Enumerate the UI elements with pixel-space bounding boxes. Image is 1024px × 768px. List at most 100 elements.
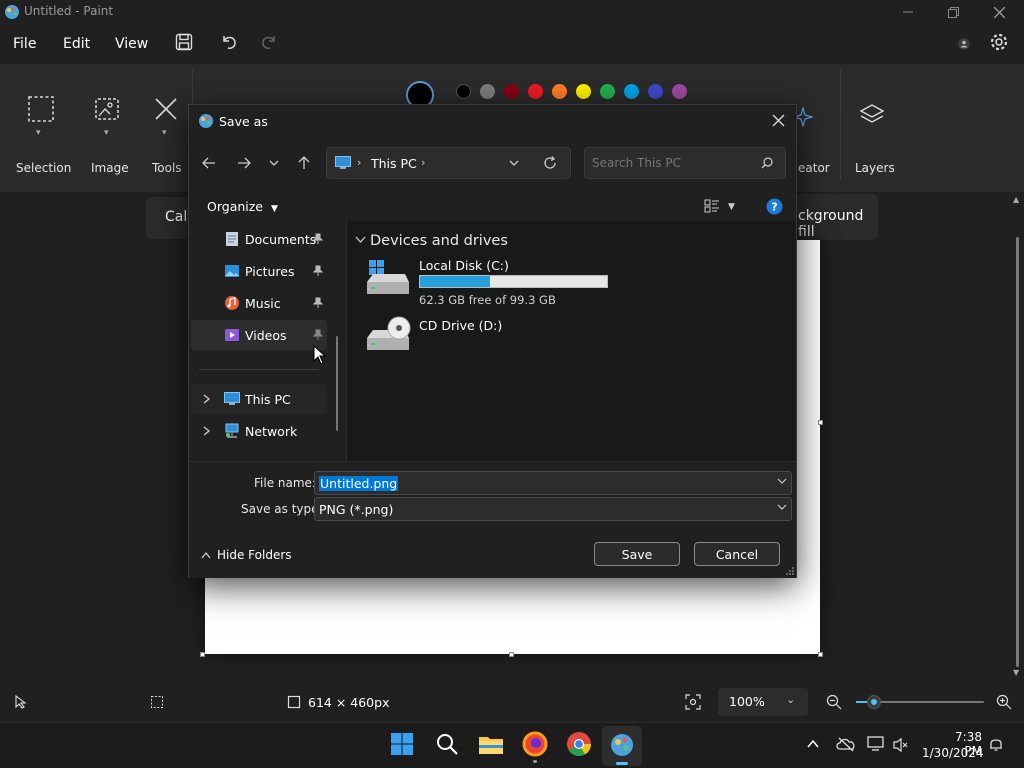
color-swatch[interactable] [600, 84, 615, 99]
recent-locations-button[interactable] [269, 158, 279, 168]
ribbon-label-creator: eator [798, 161, 830, 175]
zoom-slider-thumb[interactable] [868, 696, 880, 708]
back-button[interactable] [202, 156, 216, 170]
nav-item-network[interactable]: Network [191, 416, 327, 446]
view-options-caret-icon[interactable]: ▼ [728, 202, 735, 212]
taskbar-firefox[interactable] [522, 731, 548, 757]
image-tool[interactable] [95, 96, 121, 122]
color-swatch[interactable] [552, 84, 567, 99]
search-input[interactable] [592, 154, 752, 172]
notifications-button[interactable] [988, 736, 1004, 752]
color-swatch[interactable] [480, 84, 495, 99]
organize-button[interactable]: Organize ▼ [207, 199, 278, 214]
color-swatch[interactable] [672, 84, 687, 99]
zoom-select[interactable]: 100% ⌄ [718, 688, 808, 716]
resize-handle[interactable] [818, 652, 823, 657]
tools-tool[interactable] [153, 96, 179, 122]
drive-local-disk-c[interactable]: Local Disk (C:) 62.3 GB free of 99.3 GB [365, 258, 615, 307]
undo-button[interactable] [220, 33, 238, 51]
nav-label: Network [245, 423, 298, 439]
show-hidden-icons-button[interactable] [806, 737, 820, 751]
scrollbar-thumb[interactable] [1016, 237, 1019, 667]
color-swatch[interactable] [624, 84, 639, 99]
vertical-scrollbar[interactable]: ▲ ▼ [1013, 195, 1023, 680]
selection-chevron-down-icon[interactable]: ▾ [36, 128, 41, 138]
up-button[interactable] [297, 156, 311, 170]
nav-item-videos[interactable]: Videos [191, 320, 327, 350]
tools-chevron-down-icon[interactable]: ▾ [162, 128, 167, 138]
nav-item-this-pc[interactable]: This PC [191, 384, 327, 414]
color-swatch[interactable] [456, 84, 471, 99]
hide-folders-button[interactable]: Hide Folders [201, 548, 292, 562]
chevron-up-icon [201, 551, 211, 559]
help-button[interactable]: ? [766, 198, 783, 215]
zoom-slider[interactable] [856, 696, 984, 708]
nav-item-documents[interactable]: Documents [191, 224, 327, 254]
paint-icon [611, 734, 633, 756]
menu-edit[interactable]: Edit [63, 36, 90, 52]
onedrive-button[interactable] [836, 736, 856, 752]
nav-pane-scrollbar[interactable] [336, 336, 338, 431]
forward-button[interactable] [237, 156, 251, 170]
pin-icon[interactable] [313, 233, 323, 245]
resize-handle[interactable] [818, 420, 823, 425]
settings-button[interactable] [990, 33, 1008, 51]
save-toolbar-button[interactable] [175, 33, 193, 51]
chevron-down-icon [777, 502, 787, 512]
file-name-label: File name: [254, 476, 316, 490]
minimize-button[interactable] [885, 0, 931, 24]
image-chevron-down-icon[interactable]: ▾ [104, 128, 109, 138]
resize-grip-icon[interactable] [786, 567, 794, 575]
file-name-input[interactable]: Untitled.png [314, 471, 792, 495]
change-view-button[interactable] [704, 198, 720, 214]
pin-icon[interactable] [313, 297, 323, 309]
color-swatch[interactable] [504, 84, 519, 99]
background-fill-button[interactable]: ckground fill [790, 194, 878, 240]
zoom-out-button[interactable] [826, 694, 842, 710]
close-icon [993, 6, 1005, 18]
dialog-close-button[interactable] [772, 114, 785, 127]
color-swatch[interactable] [648, 84, 663, 99]
menu-view[interactable]: View [115, 36, 148, 52]
breadcrumb-this-pc[interactable]: This PC [371, 156, 417, 171]
taskbar-paint-active[interactable] [602, 726, 642, 766]
search-box[interactable] [584, 147, 786, 179]
gear-icon [990, 33, 1008, 51]
restore-button[interactable] [930, 0, 976, 24]
refresh-button[interactable] [543, 156, 557, 170]
close-window-button[interactable] [976, 0, 1022, 24]
layers-tool[interactable] [859, 103, 885, 129]
resize-handle[interactable] [200, 652, 205, 657]
taskbar-search-button[interactable] [435, 732, 459, 756]
color-swatch[interactable] [576, 84, 591, 99]
taskbar-file-explorer[interactable] [478, 732, 504, 756]
pane-divider[interactable] [346, 221, 347, 461]
start-button[interactable] [390, 732, 414, 756]
selection-tool[interactable] [28, 96, 54, 122]
selection-icon [28, 96, 54, 122]
volume-button[interactable] [893, 737, 909, 753]
network-status-button[interactable] [867, 736, 885, 752]
section-collapse-toggle[interactable] [355, 236, 366, 244]
nav-item-pictures[interactable]: Pictures [191, 256, 327, 286]
redo-button[interactable] [260, 33, 278, 51]
address-bar[interactable]: › This PC › [326, 147, 571, 179]
taskbar-chrome[interactable] [566, 731, 592, 757]
taskbar-date[interactable]: 1/30/2024 [922, 746, 984, 760]
pin-icon[interactable] [313, 329, 323, 341]
color-swatch[interactable] [528, 84, 543, 99]
chevron-up-icon [807, 739, 819, 748]
account-button[interactable] [957, 37, 971, 51]
nav-item-music[interactable]: Music [191, 288, 327, 318]
cancel-button[interactable]: Cancel [694, 542, 780, 566]
file-name-history-button[interactable] [777, 476, 787, 486]
menu-file[interactable]: File [13, 36, 36, 52]
pin-icon[interactable] [313, 265, 323, 277]
save-button[interactable]: Save [594, 542, 680, 566]
resize-handle[interactable] [509, 652, 514, 657]
save-as-type-select[interactable]: PNG (*.png) [314, 497, 792, 521]
address-history-button[interactable] [509, 158, 519, 168]
fit-to-window-button[interactable] [685, 694, 701, 710]
zoom-in-button[interactable] [996, 694, 1012, 710]
drive-cd-d[interactable]: CD Drive (D:) [365, 316, 615, 356]
